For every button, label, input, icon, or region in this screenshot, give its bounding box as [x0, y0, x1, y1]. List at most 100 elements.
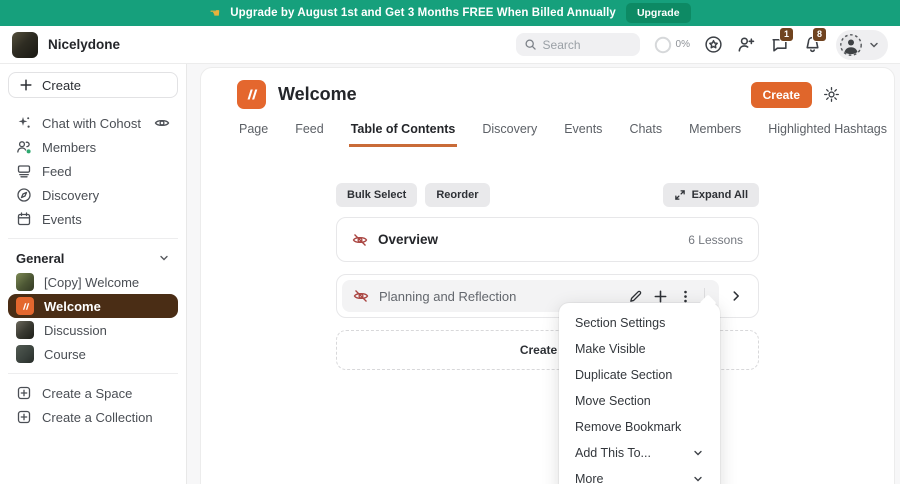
sidebar-item-events[interactable]: Events — [8, 207, 178, 231]
search-box[interactable] — [515, 33, 640, 56]
pointing-hand-icon: ☚ — [209, 6, 221, 20]
welcome-space-icon — [16, 297, 34, 315]
tab-discovery[interactable]: Discovery — [480, 122, 539, 147]
menu-item-move-section[interactable]: Move Section — [559, 388, 720, 414]
sidebar-item-chat-with-cohost[interactable]: Chat with Cohost — [8, 111, 178, 135]
sidebar-create-a-space[interactable]: Create a Space — [8, 381, 178, 405]
sidebar-item-label: Create a Space — [42, 385, 133, 401]
messages-button[interactable]: 1 — [770, 27, 794, 54]
sidebar-item-members[interactable]: Members — [8, 135, 178, 159]
chevron-down-icon — [692, 447, 704, 459]
tab-highlighted-hashtags[interactable]: Highlighted Hashtags — [766, 122, 889, 147]
community-name: Nicelydone — [48, 37, 121, 52]
progress-ring-icon — [654, 36, 671, 53]
sparkle-ai-icon — [18, 117, 30, 128]
bulk-select-button[interactable]: Bulk Select — [336, 183, 418, 207]
sidebar-space-discussion[interactable]: Discussion — [8, 318, 178, 342]
divider — [8, 238, 178, 239]
notifications-button[interactable]: 8 — [803, 27, 827, 54]
menu-item-add-this-to[interactable]: Add This To... — [559, 440, 720, 466]
hidden-eye-off-icon — [353, 290, 369, 302]
reorder-button[interactable]: Reorder — [425, 183, 490, 207]
section-options-menu: Section Settings Make Visible Duplicate … — [559, 294, 720, 484]
sidebar-space-course[interactable]: Course — [8, 342, 178, 366]
progress-indicator[interactable]: 0% — [654, 36, 690, 54]
space-panel: Welcome Create Page Feed Table of Conten… — [200, 67, 895, 484]
plus-icon — [20, 79, 32, 91]
sidebar: Create Chat with Cohost Members Feed Dis… — [0, 64, 187, 484]
space-label: Discussion — [44, 322, 107, 338]
space-label: Course — [44, 346, 86, 362]
sidebar-create-a-collection[interactable]: Create a Collection — [8, 405, 178, 429]
visibility-eye-icon[interactable] — [154, 115, 170, 131]
space-thumbnail — [16, 345, 34, 363]
section-title: Overview — [378, 232, 439, 247]
user-menu[interactable] — [836, 29, 888, 60]
search-icon — [524, 38, 537, 51]
avatar — [840, 33, 862, 56]
menu-item-duplicate-section[interactable]: Duplicate Section — [559, 362, 720, 388]
tab-table-of-contents[interactable]: Table of Contents — [348, 122, 458, 147]
tab-feed[interactable]: Feed — [293, 122, 326, 147]
menu-item-section-settings[interactable]: Section Settings — [559, 310, 720, 336]
sidebar-space-copy-welcome[interactable]: [Copy] Welcome — [8, 270, 178, 294]
sidebar-create-button[interactable]: Create — [8, 72, 178, 98]
create-dropdown-label: Create — [519, 343, 558, 357]
hidden-eye-off-icon — [352, 233, 368, 246]
menu-item-make-visible[interactable]: Make Visible — [559, 336, 720, 362]
sidebar-item-label: Members — [42, 139, 97, 155]
menu-item-remove-bookmark[interactable]: Remove Bookmark — [559, 414, 720, 440]
space-thumbnail — [16, 273, 34, 291]
pencil-icon — [629, 290, 641, 302]
tab-events[interactable]: Events — [562, 122, 604, 147]
expand-all-button[interactable]: Expand All — [662, 183, 759, 207]
app-header: Nicelydone 0% 1 8 — [0, 26, 900, 64]
progress-label: 0% — [675, 39, 690, 50]
plus-square-icon — [17, 410, 31, 424]
tab-chats[interactable]: Chats — [627, 122, 664, 147]
space-label: Welcome — [44, 298, 101, 314]
main-area: Welcome Create Page Feed Table of Conten… — [187, 64, 900, 484]
space-thumbnail — [16, 321, 34, 339]
space-label: [Copy] Welcome — [44, 274, 140, 290]
page-title: Welcome — [278, 84, 357, 104]
sidebar-item-label: Events — [42, 211, 82, 227]
tab-members[interactable]: Members — [687, 122, 743, 147]
sidebar-item-discovery[interactable]: Discovery — [8, 183, 178, 207]
compass-icon — [17, 188, 31, 202]
person-plus-icon — [738, 37, 755, 52]
expand-section-button[interactable] — [719, 289, 753, 303]
plus-icon — [654, 290, 666, 302]
upgrade-button[interactable]: Upgrade — [625, 3, 691, 23]
expand-icon — [674, 190, 685, 200]
section-row-overview[interactable]: Overview 6 Lessons — [336, 217, 759, 262]
sidebar-item-label: Feed — [42, 163, 72, 179]
search-input[interactable] — [542, 37, 623, 52]
toc-toolbar: Bulk Select Reorder Expand All — [336, 183, 759, 207]
menu-item-more[interactable]: More — [559, 466, 720, 484]
sidebar-item-feed[interactable]: Feed — [8, 159, 178, 183]
community-logo[interactable] — [12, 31, 38, 58]
banner-text: Upgrade by August 1st and Get 3 Months F… — [230, 7, 616, 19]
space-settings-gear-icon[interactable] — [823, 86, 840, 103]
section-label: General — [16, 250, 65, 266]
sidebar-space-welcome[interactable]: Welcome — [8, 294, 178, 318]
calendar-icon — [17, 212, 31, 226]
upgrade-banner: ☚ Upgrade by August 1st and Get 3 Months… — [0, 0, 900, 26]
chevron-right-icon — [733, 291, 739, 301]
create-button[interactable]: Create — [750, 81, 812, 108]
feed-icon — [17, 165, 31, 178]
chevron-down-icon — [870, 42, 878, 48]
messages-badge: 1 — [778, 27, 794, 42]
sidebar-item-label: Create a Collection — [42, 409, 153, 425]
section-lesson-count: 6 Lessons — [688, 232, 743, 247]
rewards-button[interactable] — [704, 35, 723, 54]
plus-square-icon — [17, 386, 31, 400]
space-logo — [237, 80, 266, 109]
tab-page[interactable]: Page — [237, 122, 270, 147]
space-tabs: Page Feed Table of Contents Discovery Ev… — [201, 109, 894, 147]
chevron-down-icon — [158, 252, 170, 264]
chevron-down-icon — [692, 473, 704, 484]
sidebar-section-general[interactable]: General — [8, 246, 178, 270]
invite-member-button[interactable] — [737, 35, 756, 54]
